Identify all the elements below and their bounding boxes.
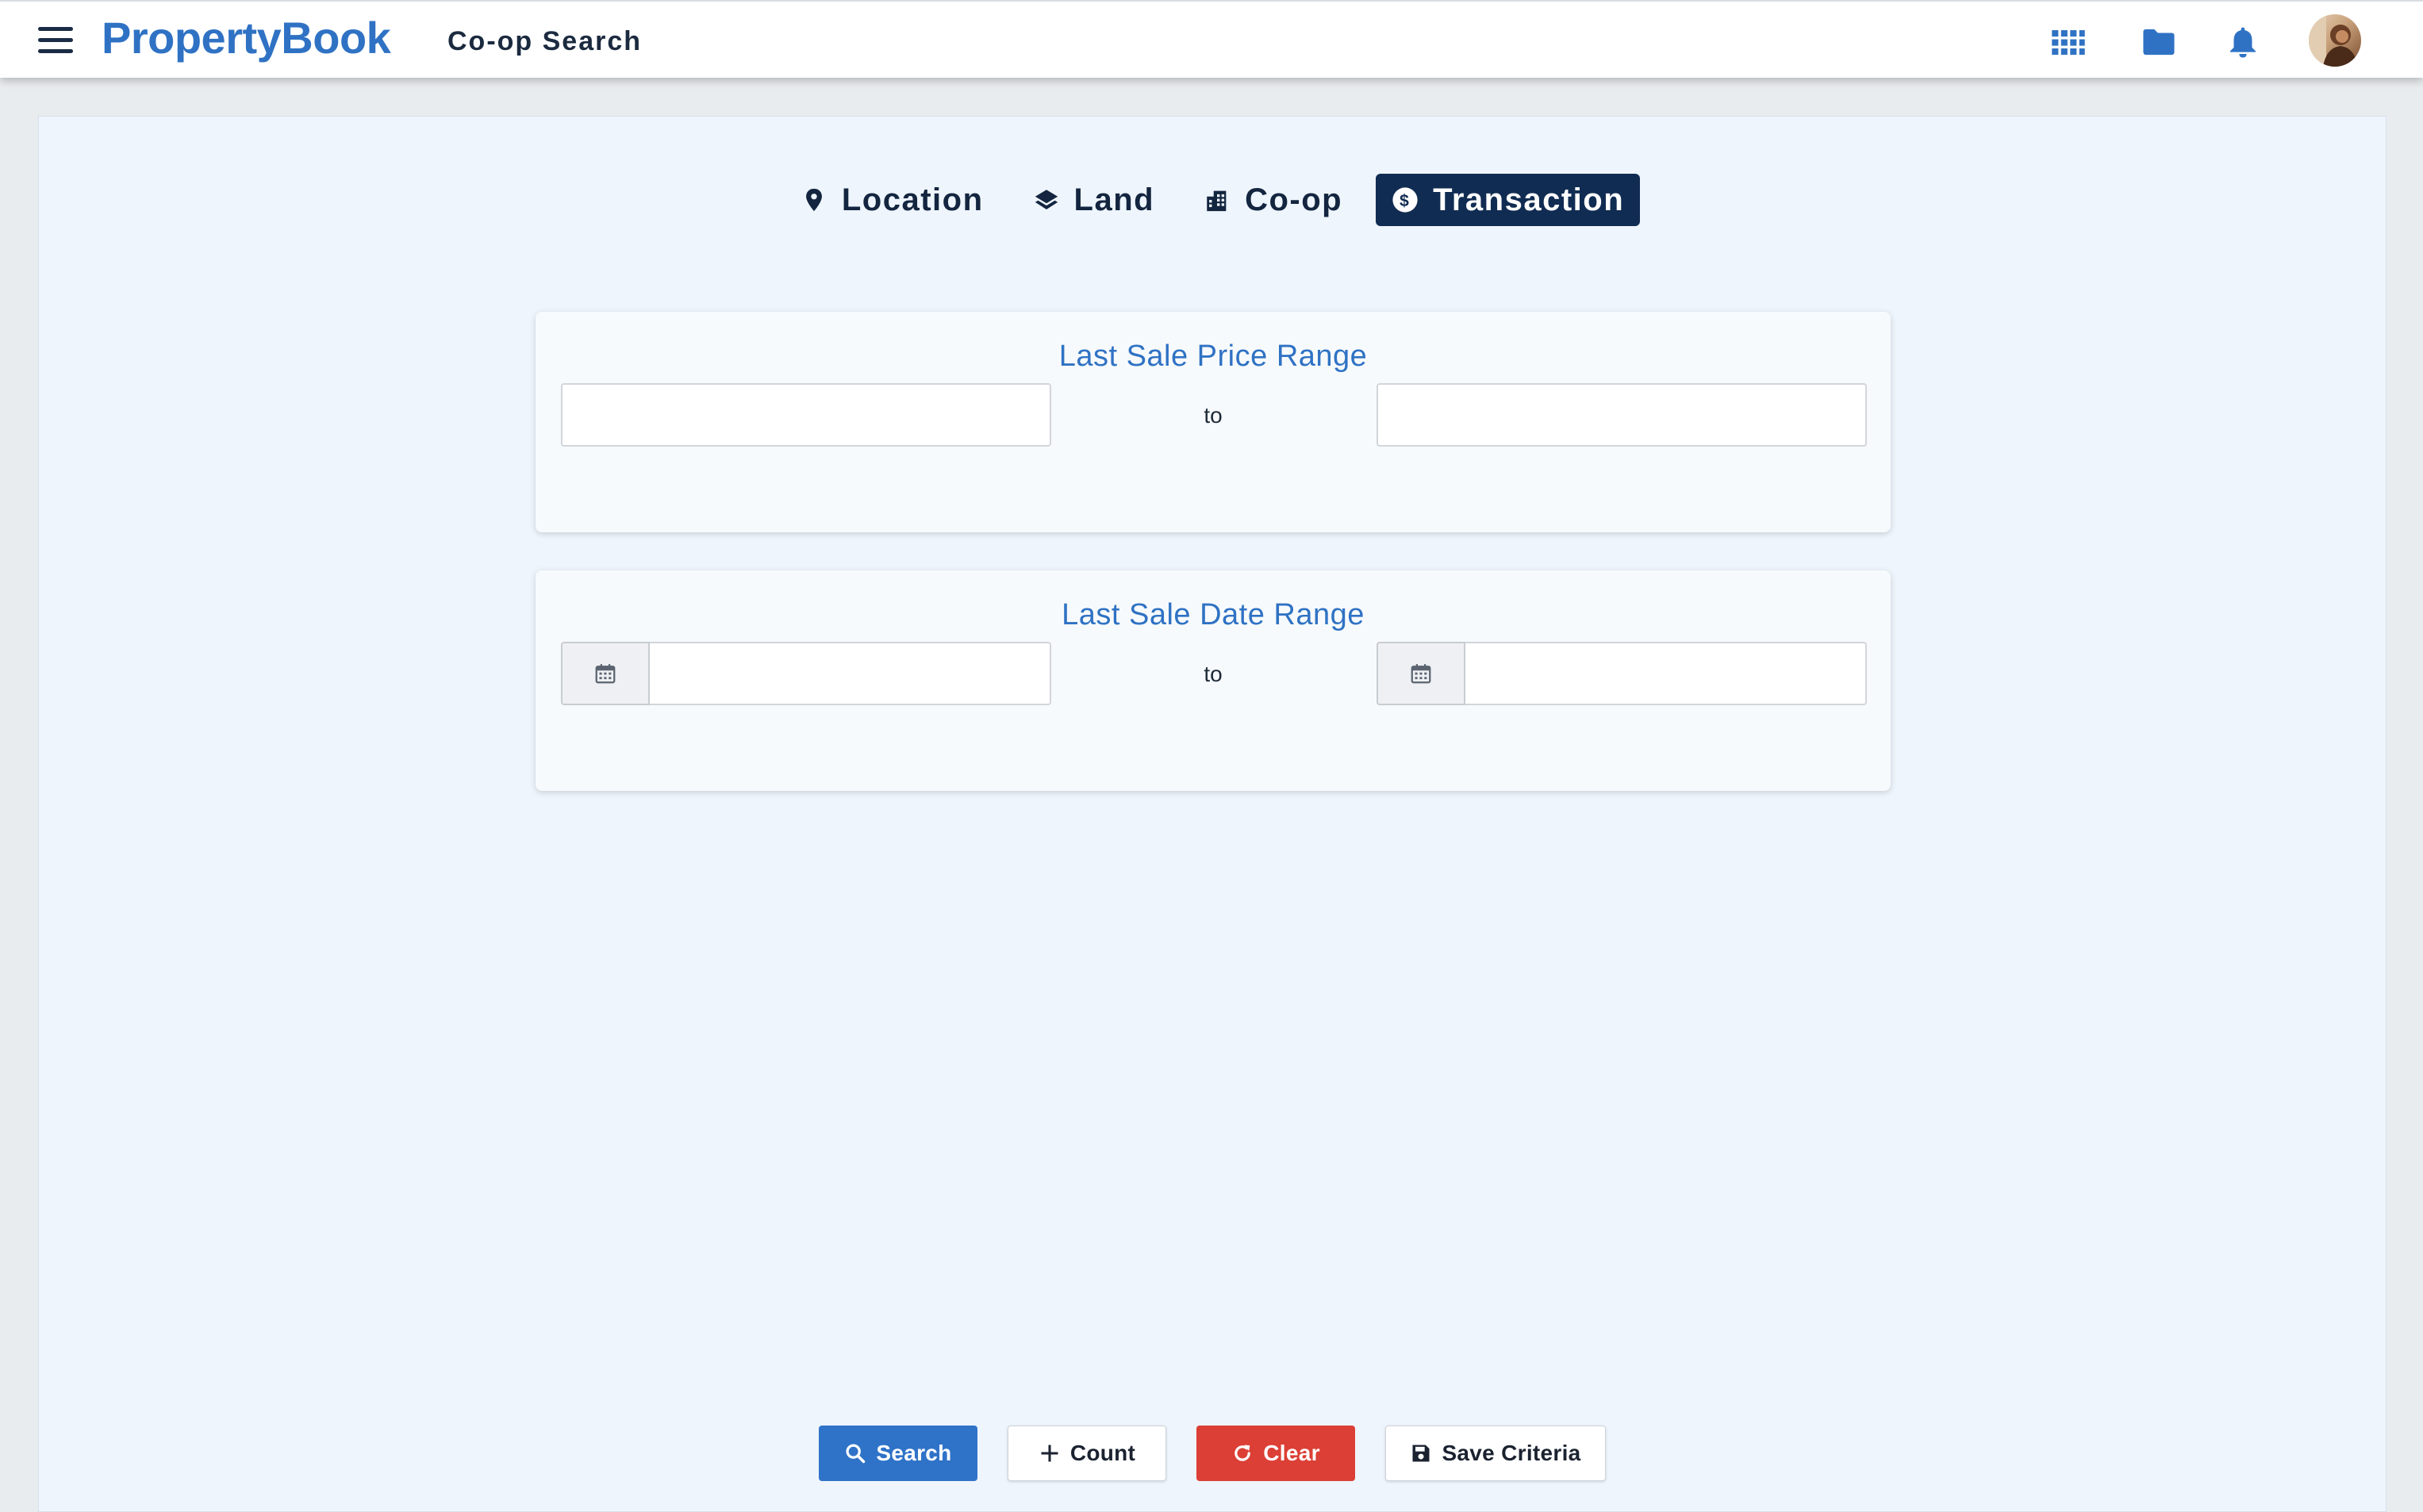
search-button[interactable]: Search	[819, 1426, 977, 1481]
tab-land[interactable]: Land	[1017, 174, 1171, 226]
tab-transaction[interactable]: $ Transaction	[1376, 174, 1641, 226]
count-button[interactable]: Count	[1008, 1426, 1166, 1481]
tab-transaction-label: Transaction	[1433, 182, 1625, 217]
end-date-input[interactable]	[1465, 642, 1867, 705]
tab-land-label: Land	[1073, 182, 1155, 217]
clear-button-label: Clear	[1263, 1441, 1320, 1465]
price-range-card: Last Sale Price Range to	[536, 312, 1891, 532]
search-panel: Location Land Co-op $ Transaction Last S…	[38, 116, 2387, 1512]
save-criteria-button[interactable]: Save Criteria	[1385, 1426, 1606, 1481]
building-icon	[1207, 190, 1227, 212]
price-range-title: Last Sale Price Range	[1058, 340, 1368, 373]
page-title: Co-op Search	[447, 26, 643, 56]
app-logo[interactable]: PropertyBook	[102, 13, 391, 63]
floppy-disk-icon	[1412, 1445, 1430, 1462]
tab-coop[interactable]: Co-op	[1188, 174, 1358, 226]
user-avatar[interactable]	[2309, 14, 2361, 67]
svg-text:$: $	[1400, 191, 1411, 210]
date-range-card: Last Sale Date Range to	[536, 570, 1891, 791]
max-price-input[interactable]	[1377, 383, 1867, 447]
action-bar: Search Count Clear Save Criteria	[39, 1426, 2386, 1481]
tab-location[interactable]: Location	[785, 174, 1000, 226]
end-date-group	[1377, 642, 1867, 705]
refresh-icon	[1235, 1445, 1251, 1461]
bell-icon[interactable]	[2223, 24, 2263, 60]
tab-coop-label: Co-op	[1245, 182, 1343, 217]
layers-icon	[1035, 190, 1058, 210]
plus-icon	[1041, 1445, 1058, 1462]
count-button-label: Count	[1069, 1441, 1136, 1465]
apps-grid-icon[interactable]	[2049, 24, 2088, 60]
search-icon	[846, 1444, 866, 1464]
folder-icon[interactable]	[2139, 24, 2179, 60]
top-bar: PropertyBook Co-op Search	[0, 0, 2423, 78]
save-criteria-button-label: Save Criteria	[1442, 1441, 1581, 1465]
dollar-circle-icon: $	[1392, 187, 1418, 213]
tab-location-label: Location	[841, 182, 984, 217]
end-date-calendar-button[interactable]	[1377, 642, 1465, 705]
date-range-title: Last Sale Date Range	[1062, 598, 1365, 631]
calendar-icon	[1411, 664, 1431, 684]
criteria-tabs: Location Land Co-op $ Transaction	[39, 174, 2386, 226]
search-button-label: Search	[876, 1441, 952, 1465]
map-pin-icon	[805, 188, 822, 212]
menu-icon[interactable]	[38, 27, 73, 54]
clear-button[interactable]: Clear	[1196, 1426, 1355, 1481]
